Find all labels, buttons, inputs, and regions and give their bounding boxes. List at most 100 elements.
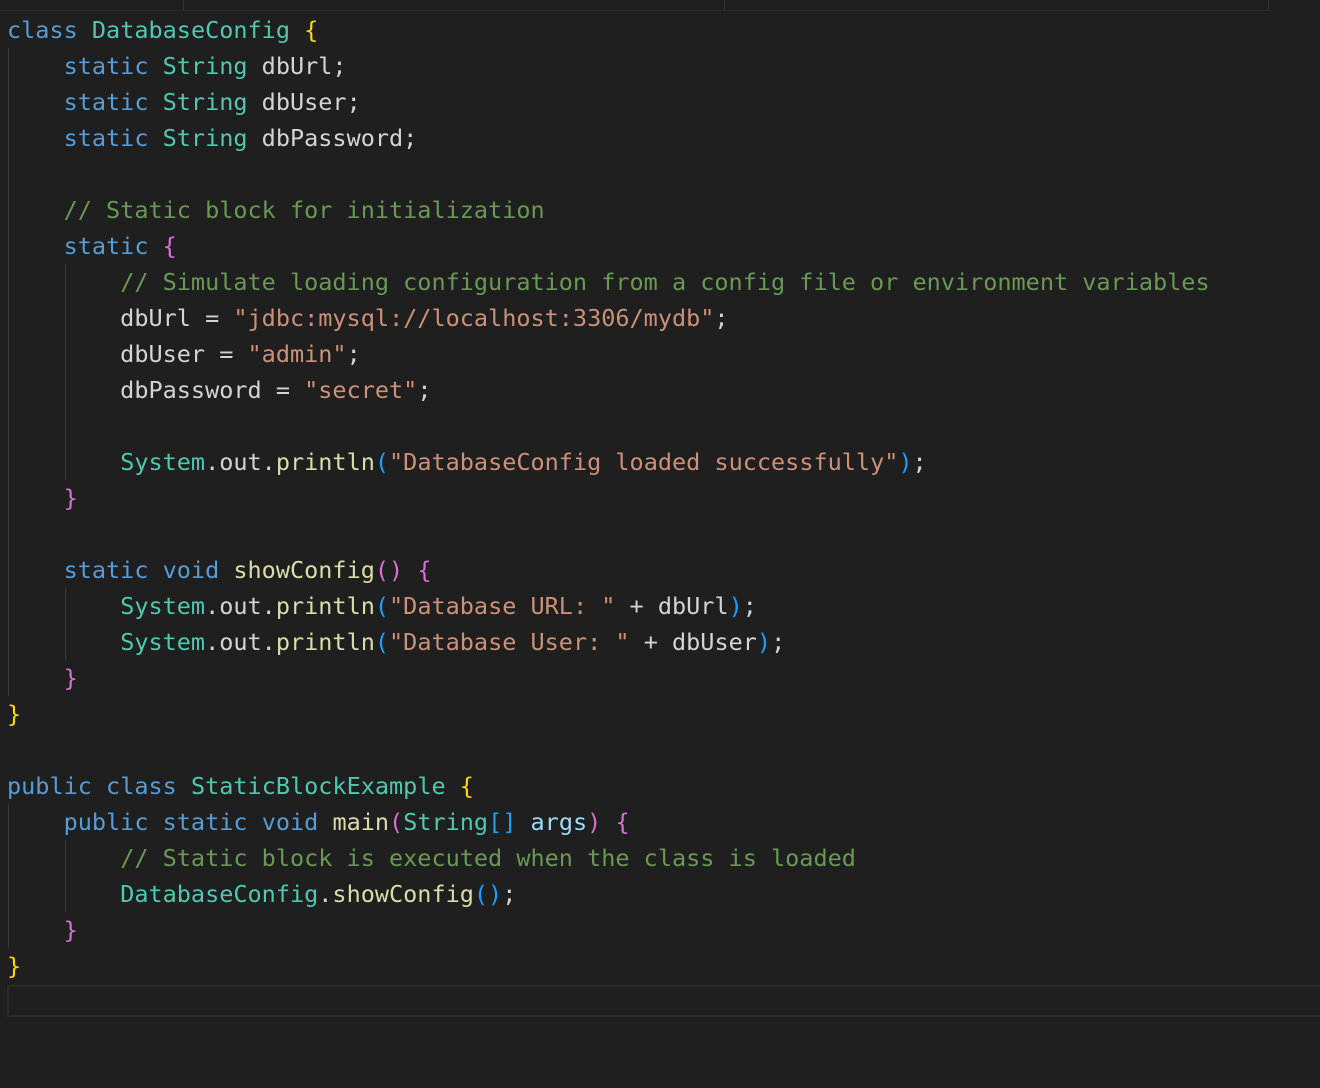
code-line[interactable]: static String dbUrl;	[7, 48, 1210, 84]
code-token: "Database User: "	[389, 628, 630, 656]
code-token: dbUser =	[7, 340, 248, 368]
code-token: "admin"	[247, 340, 347, 368]
code-line[interactable]	[7, 408, 1210, 444]
code-token: "DatabaseConfig loaded successfully"	[389, 448, 899, 476]
code-token: String	[162, 52, 248, 80]
code-token: {	[162, 232, 177, 260]
code-token: String	[162, 88, 248, 116]
code-token: ;	[912, 448, 927, 476]
code-token: DatabaseConfig	[120, 880, 319, 908]
code-token: {	[417, 556, 432, 584]
code-line[interactable]: // Static block for initialization	[7, 192, 1210, 228]
code-token: dbUrl;	[247, 52, 347, 80]
code-content[interactable]: class DatabaseConfig { static String dbU…	[7, 12, 1210, 984]
code-token: ()	[473, 880, 503, 908]
code-line[interactable]: dbPassword = "secret";	[7, 372, 1210, 408]
code-token: String	[162, 124, 248, 152]
code-token: showConfig	[233, 556, 375, 584]
code-line[interactable]: static String dbUser;	[7, 84, 1210, 120]
code-line[interactable]: }	[7, 660, 1210, 696]
code-line[interactable]: dbUrl = "jdbc:mysql://localhost:3306/myd…	[7, 300, 1210, 336]
code-editor[interactable]: class DatabaseConfig { static String dbU…	[0, 0, 1320, 1088]
code-token: dbPassword =	[7, 376, 305, 404]
current-line-highlight	[7, 985, 1320, 1017]
code-token: println	[275, 448, 375, 476]
code-token: "Database URL: "	[389, 592, 616, 620]
code-token: String	[403, 808, 489, 836]
code-token: System	[120, 448, 206, 476]
code-token: void	[261, 808, 319, 836]
code-token: []	[488, 808, 517, 836]
code-token: (	[374, 628, 390, 656]
code-line[interactable]: System.out.println("Database User: " + d…	[7, 624, 1210, 660]
code-line[interactable]: static {	[7, 228, 1210, 264]
code-token: .	[318, 880, 333, 908]
code-line[interactable]: class DatabaseConfig {	[7, 12, 1210, 48]
code-token: System	[120, 628, 206, 656]
code-line[interactable]	[7, 516, 1210, 552]
code-token: ()	[374, 556, 404, 584]
code-token: static	[63, 88, 149, 116]
code-line[interactable]: // Simulate loading configuration from a…	[7, 264, 1210, 300]
code-line[interactable]	[7, 732, 1210, 768]
code-line[interactable]: }	[7, 912, 1210, 948]
code-line[interactable]: public static void main(String[] args) {	[7, 804, 1210, 840]
code-token: DatabaseConfig	[91, 16, 290, 44]
top-strip-separator	[724, 0, 725, 10]
code-line[interactable]: System.out.println("DatabaseConfig loade…	[7, 444, 1210, 480]
code-line[interactable]: dbUser = "admin";	[7, 336, 1210, 372]
code-token: // Simulate loading configuration from a…	[120, 268, 1210, 296]
code-token: "secret"	[304, 376, 418, 404]
code-line[interactable]: public class StaticBlockExample {	[7, 768, 1210, 804]
code-token: .out.	[205, 628, 276, 656]
code-token: .out.	[205, 448, 276, 476]
code-line[interactable]	[7, 156, 1210, 192]
code-token: dbUser;	[247, 88, 361, 116]
code-token: )	[587, 808, 602, 836]
code-token: )	[756, 628, 772, 656]
code-token: showConfig	[332, 880, 474, 908]
code-token: {	[304, 16, 319, 44]
code-token: (	[374, 592, 390, 620]
code-token: public	[63, 808, 149, 836]
code-token: println	[275, 628, 375, 656]
code-token: }	[7, 952, 22, 980]
code-token: static	[63, 556, 149, 584]
code-token: }	[63, 916, 78, 944]
code-token: }	[7, 700, 22, 728]
code-token: System	[120, 592, 206, 620]
code-token: "jdbc:mysql://localhost:3306/mydb"	[233, 304, 715, 332]
code-line[interactable]: static String dbPassword;	[7, 120, 1210, 156]
code-token: ;	[771, 628, 786, 656]
code-token: {	[615, 808, 630, 836]
code-token: }	[63, 664, 78, 692]
code-line[interactable]: System.out.println("Database URL: " + db…	[7, 588, 1210, 624]
code-token: + dbUser	[629, 628, 757, 656]
code-line[interactable]: }	[7, 696, 1210, 732]
code-line[interactable]: // Static block is executed when the cla…	[7, 840, 1210, 876]
top-strip-separator	[1268, 0, 1269, 10]
code-line[interactable]: }	[7, 948, 1210, 984]
code-line[interactable]: DatabaseConfig.showConfig();	[7, 876, 1210, 912]
code-line[interactable]: static void showConfig() {	[7, 552, 1210, 588]
code-token: )	[728, 592, 743, 620]
code-line[interactable]: }	[7, 480, 1210, 516]
code-token: )	[898, 448, 913, 476]
code-token: {	[459, 772, 474, 800]
